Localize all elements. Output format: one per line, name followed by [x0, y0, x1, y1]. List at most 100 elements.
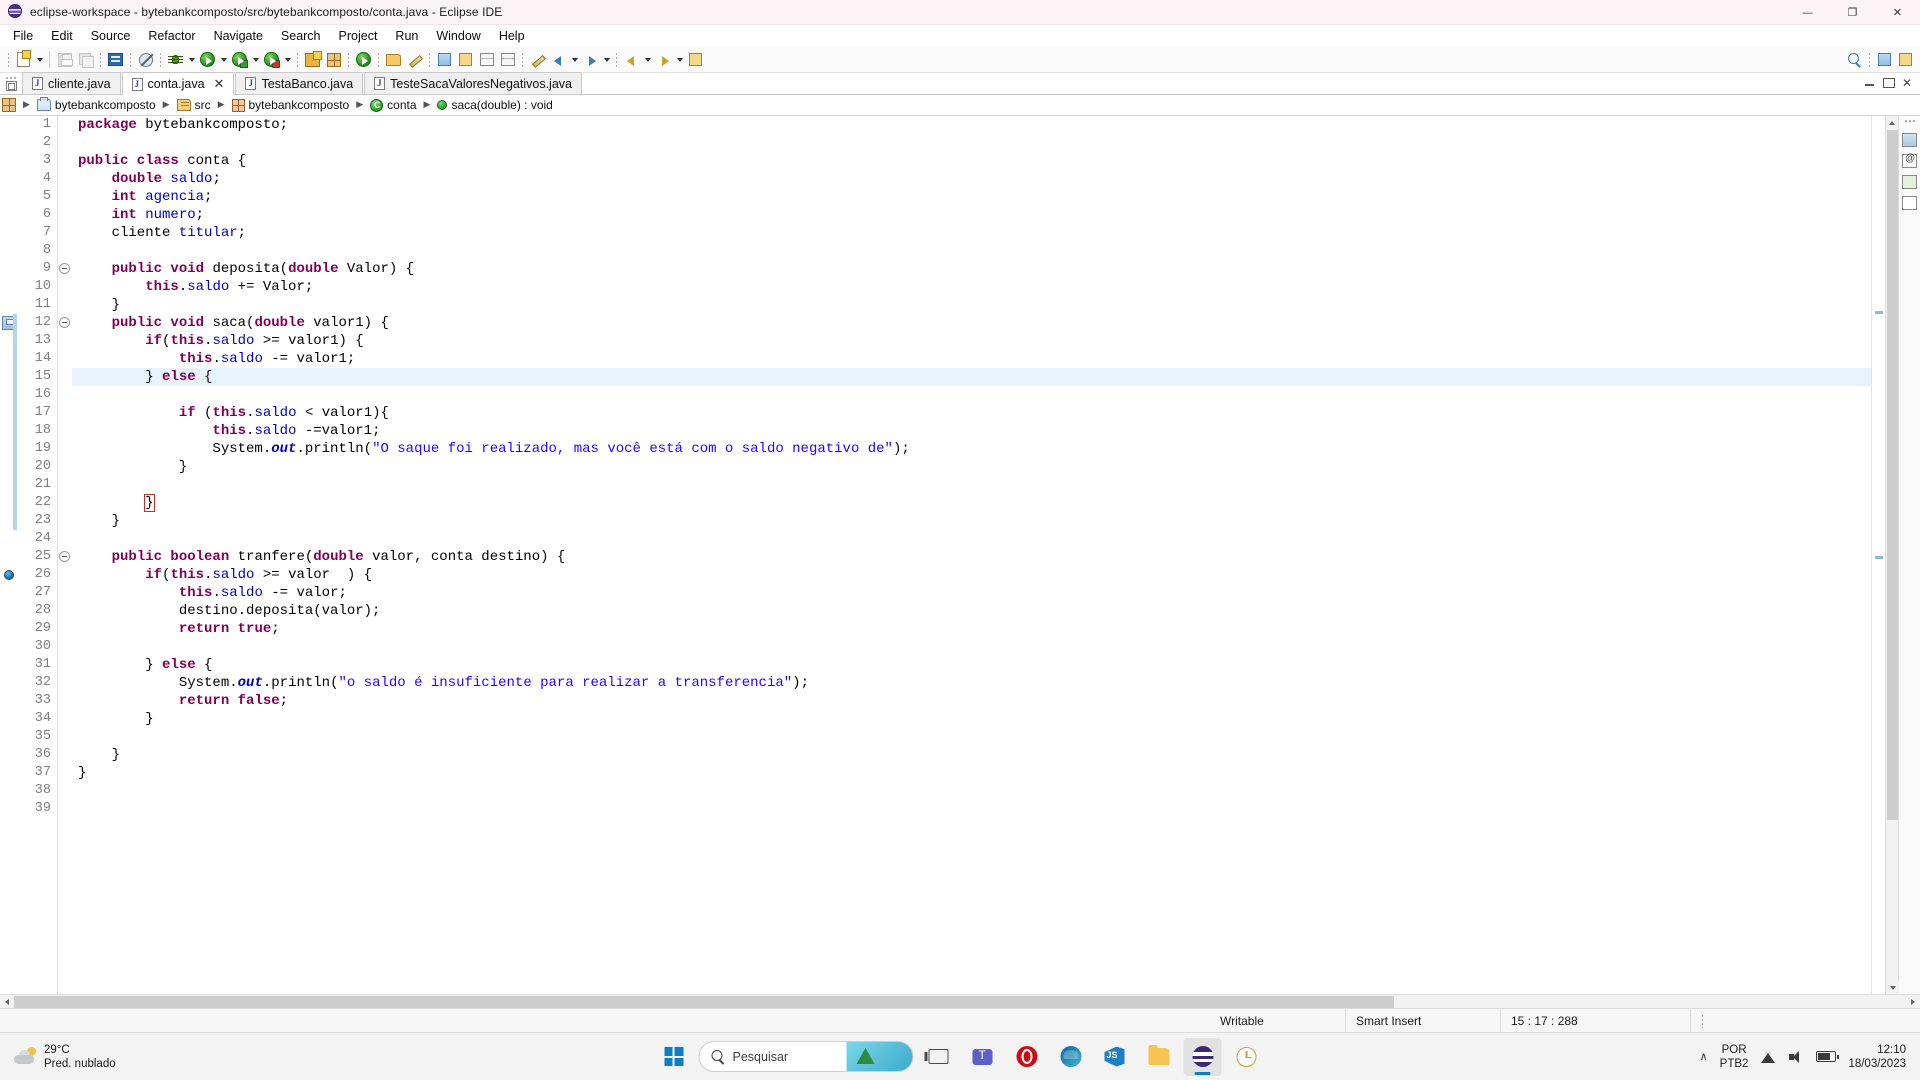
tab-cliente-java[interactable]: cliente.java — [22, 72, 121, 94]
code-line[interactable]: } — [72, 494, 1871, 512]
next-annotation-dropdown-icon[interactable] — [601, 49, 612, 70]
debug-dropdown-icon[interactable] — [186, 49, 197, 70]
new-file-icon[interactable] — [13, 49, 34, 70]
task-view-button[interactable] — [920, 1038, 958, 1076]
pin-editor-icon[interactable] — [685, 49, 706, 70]
code-line[interactable]: public boolean tranfere(double valor, co… — [72, 548, 1871, 566]
code-line[interactable]: } — [72, 746, 1871, 764]
task-list-view-icon[interactable] — [1902, 196, 1917, 210]
code-line[interactable]: cliente titular; — [72, 224, 1871, 242]
overview-ruler-mark[interactable] — [1875, 311, 1883, 314]
scrollbar-thumb[interactable] — [1887, 130, 1898, 820]
toggle-mark-occurrences-icon[interactable] — [527, 49, 548, 70]
hscroll-thumb[interactable] — [14, 995, 1394, 1008]
fold-collapse-icon[interactable] — [59, 317, 70, 328]
code-line[interactable]: double saldo; — [72, 170, 1871, 188]
breadcrumb-item-method[interactable]: saca(double) : void — [435, 98, 554, 112]
skip-breakpoints-icon[interactable] — [135, 49, 156, 70]
forward-icon[interactable] — [653, 49, 674, 70]
taskbar-app-teams[interactable] — [964, 1038, 1002, 1076]
code-line[interactable]: System.out.println("o saldo é insuficien… — [72, 674, 1871, 692]
run-external-dropdown-icon[interactable] — [282, 49, 293, 70]
forward-dropdown-icon[interactable] — [674, 49, 685, 70]
save-all-icon[interactable] — [75, 49, 96, 70]
scroll-left-icon[interactable] — [0, 995, 14, 1009]
taskbar-app-clock[interactable] — [1228, 1038, 1266, 1076]
show-hidden-icons-icon[interactable]: ∧ — [1700, 1050, 1708, 1063]
code-line[interactable] — [72, 476, 1871, 494]
close-button[interactable]: ✕ — [1875, 0, 1920, 25]
overview-ruler-mark[interactable] — [1875, 556, 1883, 559]
maximize-button[interactable]: ❐ — [1830, 0, 1875, 25]
taskbar-clock[interactable]: 12:10 18/03/2023 — [1848, 1043, 1906, 1071]
open-resource-icon[interactable] — [383, 49, 404, 70]
new-package-icon[interactable] — [323, 49, 344, 70]
code-line[interactable]: destino.deposita(valor); — [72, 602, 1871, 620]
open-type-icon[interactable] — [353, 49, 374, 70]
code-line[interactable]: return true; — [72, 620, 1871, 638]
breadcrumb-toggle-icon[interactable] — [0, 98, 18, 112]
code-line[interactable]: } else { — [72, 656, 1871, 674]
code-line[interactable]: if(this.saldo >= valor ) { — [72, 566, 1871, 584]
tab-testabanco-java[interactable]: TestaBanco.java — [235, 72, 364, 94]
perspective-other-icon[interactable] — [455, 49, 476, 70]
editor-horizontal-scrollbar[interactable] — [0, 994, 1920, 1008]
code-line[interactable]: } — [72, 458, 1871, 476]
scroll-up-icon[interactable] — [1886, 116, 1898, 129]
fold-collapse-icon[interactable] — [59, 551, 70, 562]
back-icon[interactable] — [621, 49, 642, 70]
code-line[interactable]: this.saldo += Valor; — [72, 278, 1871, 296]
breadcrumb-item-src[interactable]: src — [175, 98, 213, 112]
minimize-editor-icon[interactable] — [1864, 78, 1876, 88]
code-text-area[interactable]: package bytebankcomposto; public class co… — [72, 116, 1871, 994]
back-dropdown-icon[interactable] — [642, 49, 653, 70]
weather-widget[interactable]: 29°C Pred. nublado — [0, 1043, 330, 1071]
outline-view-icon[interactable] — [1902, 175, 1917, 189]
debug-icon[interactable] — [165, 49, 186, 70]
language-indicator[interactable]: POR PTB2 — [1720, 1043, 1749, 1071]
toolbar-drag-handle[interactable] — [6, 50, 11, 69]
code-line[interactable] — [72, 638, 1871, 656]
code-line[interactable]: if(this.saldo >= valor1) { — [72, 332, 1871, 350]
menu-search[interactable]: Search — [272, 26, 330, 46]
code-line[interactable]: this.saldo -=valor1; — [72, 422, 1871, 440]
javadoc-view-icon[interactable] — [1902, 153, 1917, 168]
scroll-down-icon[interactable] — [1886, 981, 1899, 994]
menu-project[interactable]: Project — [330, 26, 387, 46]
status-resize-grip[interactable] — [1690, 1008, 1720, 1033]
coverage-dropdown-icon[interactable] — [250, 49, 261, 70]
edit-icon[interactable] — [404, 49, 425, 70]
last-edit-dropdown-icon[interactable] — [569, 49, 580, 70]
menu-file[interactable]: File — [4, 26, 42, 46]
menu-refactor[interactable]: Refactor — [139, 26, 204, 46]
code-line[interactable]: } — [72, 512, 1871, 530]
menu-window[interactable]: Window — [427, 26, 489, 46]
hscroll-track[interactable] — [14, 995, 1906, 1008]
code-line[interactable]: public class conta { — [72, 152, 1871, 170]
menu-navigate[interactable]: Navigate — [205, 26, 272, 46]
code-line[interactable] — [72, 728, 1871, 746]
overview-ruler[interactable] — [1871, 116, 1885, 994]
taskbar-search-box[interactable]: Pesquisar — [698, 1041, 914, 1072]
code-line[interactable]: } — [72, 710, 1871, 728]
code-line[interactable] — [72, 134, 1871, 152]
code-line[interactable]: System.out.println("O saque foi realizad… — [72, 440, 1871, 458]
code-line[interactable]: if (this.saldo < valor1){ — [72, 404, 1871, 422]
code-line[interactable]: return false; — [72, 692, 1871, 710]
editor-view-menu[interactable] — [0, 72, 22, 94]
breakpoint-icon[interactable] — [4, 570, 14, 580]
breadcrumb-item-package[interactable]: bytebankcomposto — [230, 98, 352, 112]
run-dropdown-icon[interactable] — [218, 49, 229, 70]
fold-collapse-icon[interactable] — [59, 263, 70, 274]
taskbar-app-vscode[interactable] — [1096, 1038, 1134, 1076]
console-icon[interactable] — [105, 49, 126, 70]
editor-marker-bar[interactable] — [0, 116, 18, 994]
code-line[interactable] — [72, 800, 1871, 818]
menu-edit[interactable]: Edit — [42, 26, 82, 46]
markers-toggle-icon[interactable] — [497, 49, 518, 70]
code-line[interactable]: this.saldo -= valor; — [72, 584, 1871, 602]
save-icon[interactable] — [54, 49, 75, 70]
minimize-button[interactable]: — — [1785, 0, 1830, 25]
code-line[interactable]: this.saldo -= valor1; — [72, 350, 1871, 368]
last-edit-location-icon[interactable] — [548, 49, 569, 70]
